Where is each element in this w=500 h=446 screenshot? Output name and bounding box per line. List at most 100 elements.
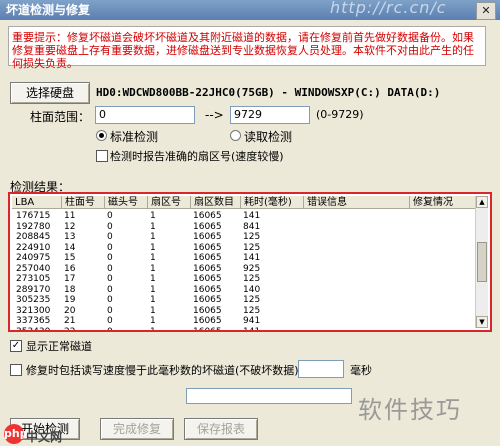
table-cell: 141 [243,326,261,332]
report-sector-label: 检测时报告准确的扇区号(速度较慢) [110,150,284,163]
table-cell: 273105 [16,274,51,284]
table-cell: 1 [150,284,156,295]
table-cell: 125 [243,305,261,316]
table-row[interactable]: 337365 21 0 1 16065 941 [12,316,472,327]
scroll-down-icon[interactable]: ▼ [476,316,488,328]
table-cell: 1 [150,232,156,242]
table-cell: 16065 [193,274,222,284]
col-time[interactable]: 耗时(毫秒) [241,196,304,209]
table-cell: 1 [150,295,156,305]
title-bar: 坏道检测与修复 http://rc.cn/c ✕ [0,0,500,20]
table-cell: 125 [243,274,261,284]
disk-info: HD0:WDCWD800BB-22JHC0(75GB) - WINDOWSXP(… [96,86,441,99]
show-normal-checkbox[interactable]: ✓ [10,340,22,352]
save-report-button[interactable]: 保存报表 [184,418,258,440]
col-lba[interactable]: LBA [12,196,62,209]
col-head[interactable]: 磁头号 [105,196,148,209]
scroll-thumb[interactable] [477,242,487,282]
table-row[interactable]: 176715 11 0 1 16065 141 [12,211,472,222]
table-cell: 12 [64,221,76,232]
ms-unit-label: 毫秒 [350,364,372,377]
table-cell: 17 [64,274,76,284]
standard-check-radio[interactable] [96,130,107,141]
repair-slow-label: 修复时包括读写速度慢于此毫秒数的坏磁道(不破坏数据)： [26,364,310,377]
col-error[interactable]: 错误信息 [304,196,410,209]
table-cell: 16065 [193,305,222,316]
col-sector-count[interactable]: 扇区数目 [191,196,241,209]
table-cell: 841 [243,221,261,232]
table-row[interactable]: 321300 20 0 1 16065 125 [12,306,472,317]
table-cell: 1 [150,274,156,284]
table-cell: 16065 [193,211,222,221]
progress-field [186,388,352,404]
table-cell: 0 [107,232,113,242]
table-cell: 1 [150,253,156,263]
cylinder-range: (0-9729) [316,108,364,121]
table-cell: 15 [64,253,76,263]
col-sector[interactable]: 扇区号 [148,196,191,209]
table-row[interactable]: 224910 14 0 1 16065 125 [12,243,472,254]
table-cell: 1 [150,263,156,274]
ms-threshold-input[interactable] [298,360,344,378]
table-cell: 0 [107,295,113,305]
show-normal-label: 显示正常磁道 [26,340,92,353]
table-cell: 257040 [16,263,51,274]
table-cell: 21 [64,316,76,326]
table-cell: 941 [243,316,261,326]
scroll-up-icon[interactable]: ▲ [476,196,488,208]
table-cell: 0 [107,242,113,253]
table-cell: 208845 [16,232,51,242]
table-cell: 1 [150,326,156,332]
col-cylinder[interactable]: 柱面号 [62,196,105,209]
table-cell: 11 [64,211,76,221]
table-cell: 0 [107,316,113,326]
table-cell: 125 [243,295,261,305]
table-cell: 0 [107,326,113,332]
table-cell: 20 [64,305,76,316]
col-repair[interactable]: 修复情况 [410,196,478,209]
results-table: LBA 柱面号 磁头号 扇区号 扇区数目 耗时(毫秒) 错误信息 修复情况 17… [8,192,492,332]
table-row[interactable]: 353430 22 0 1 16065 141 [12,326,472,332]
table-cell: 0 [107,305,113,316]
repair-slow-checkbox[interactable] [10,364,22,376]
table-row[interactable]: 208845 13 0 1 16065 125 [12,232,472,243]
table-cell: 125 [243,232,261,242]
table-row[interactable]: 240975 15 0 1 16065 141 [12,253,472,264]
table-scrollbar[interactable]: ▲ ▼ [475,196,488,328]
table-cell: 0 [107,263,113,274]
table-cell: 925 [243,263,261,274]
table-row[interactable]: 192780 12 0 1 16065 841 [12,222,472,233]
watermark-text: 软件技巧 [358,396,462,424]
table-cell: 176715 [16,211,51,221]
standard-check-label: 标准检测 [110,130,159,144]
table-header: LBA 柱面号 磁头号 扇区号 扇区数目 耗时(毫秒) 错误信息 修复情况 [12,196,478,209]
table-cell: 22 [64,326,76,332]
table-cell: 16065 [193,263,222,274]
title-watermark: http://rc.cn/c [330,0,447,17]
table-cell: 337365 [16,316,51,326]
table-cell: 16065 [193,284,222,295]
cylinder-to-input[interactable]: 9729 [230,106,310,124]
cylinder-arrow: --> [205,108,224,122]
php-logo-icon: php [4,424,28,444]
read-check-radio[interactable] [230,130,241,141]
table-cell: 13 [64,232,76,242]
table-row[interactable]: 289170 18 0 1 16065 140 [12,285,472,296]
table-row[interactable]: 273105 17 0 1 16065 125 [12,274,472,285]
close-icon[interactable]: ✕ [476,2,496,20]
table-cell: 125 [243,242,261,253]
report-sector-checkbox[interactable] [96,150,108,162]
table-cell: 16065 [193,316,222,326]
table-cell: 192780 [16,221,51,232]
table-cell: 321300 [16,305,51,316]
select-disk-button[interactable]: 选择硬盘 [10,82,90,104]
table-cell: 0 [107,253,113,263]
table-cell: 19 [64,295,76,305]
table-cell: 14 [64,242,76,253]
finish-repair-button[interactable]: 完成修复 [100,418,174,440]
table-cell: 305235 [16,295,51,305]
table-row[interactable]: 257040 16 0 1 16065 925 [12,264,472,275]
table-row[interactable]: 305235 19 0 1 16065 125 [12,295,472,306]
cylinder-from-input[interactable]: 0 [95,106,195,124]
table-cell: 16065 [193,232,222,242]
